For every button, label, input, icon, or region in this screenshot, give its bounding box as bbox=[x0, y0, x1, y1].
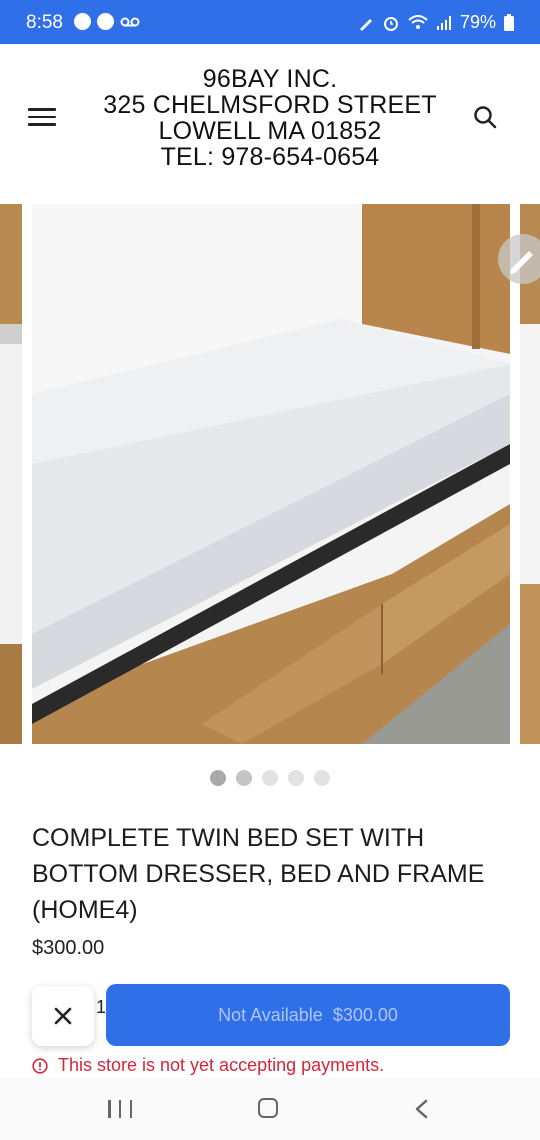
buy-button-label: Not Available bbox=[218, 1004, 323, 1025]
recent-apps-icon[interactable] bbox=[108, 1100, 132, 1118]
store-phone: TEL: 978-654-0654 bbox=[160, 143, 380, 171]
product-image[interactable] bbox=[32, 204, 510, 744]
next-product-image[interactable] bbox=[520, 204, 540, 744]
close-icon bbox=[54, 1007, 72, 1025]
wifi-icon bbox=[408, 14, 428, 29]
payment-notice-text: This store is not yet accepting payments… bbox=[58, 1055, 385, 1075]
status-time: 8:58 bbox=[26, 12, 63, 33]
pen-icon bbox=[359, 18, 372, 31]
pencil-icon bbox=[510, 251, 533, 274]
close-button[interactable] bbox=[32, 986, 94, 1046]
product-image-carousel[interactable] bbox=[0, 204, 540, 744]
product-title: COMPLETE TWIN BED SET WITH BOTTOM DRESSE… bbox=[32, 824, 485, 924]
back-icon[interactable] bbox=[412, 1098, 432, 1120]
messenger-icon bbox=[74, 13, 91, 30]
store-city: LOWELL MA 01852 bbox=[158, 117, 382, 145]
carousel-dots bbox=[0, 770, 540, 786]
buy-button-price: $300.00 bbox=[332, 1004, 398, 1025]
payment-notice: This store is not yet accepting payments… bbox=[32, 1055, 384, 1076]
battery-percent: 79% bbox=[459, 12, 496, 32]
home-icon[interactable] bbox=[258, 1098, 278, 1118]
carousel-dot-5[interactable] bbox=[314, 770, 330, 786]
edit-image-button[interactable] bbox=[498, 234, 540, 284]
product-price: $300.00 bbox=[32, 937, 105, 959]
store-name: 96BAY INC. bbox=[202, 65, 338, 93]
system-nav-bar bbox=[0, 1078, 540, 1140]
carousel-dot-1[interactable] bbox=[210, 770, 226, 786]
voicemail-icon bbox=[120, 17, 140, 26]
status-right: 79% bbox=[358, 12, 514, 33]
store-header: 96BAY INC. 325 CHELMSFORD STREET LOWELL … bbox=[0, 44, 540, 194]
search-icon[interactable] bbox=[472, 104, 498, 130]
carousel-dot-4[interactable] bbox=[288, 770, 304, 786]
store-street: 325 CHELMSFORD STREET bbox=[103, 91, 437, 119]
signal-icon bbox=[436, 15, 451, 30]
store-info[interactable]: 96BAY INC. 325 CHELMSFORD STREET LOWELL … bbox=[80, 66, 460, 170]
notification-icons bbox=[74, 13, 140, 30]
battery-icon bbox=[504, 14, 514, 31]
carousel-dot-3[interactable] bbox=[262, 770, 278, 786]
hamburger-menu-icon[interactable] bbox=[28, 108, 56, 130]
previous-product-image[interactable] bbox=[0, 204, 22, 744]
buy-button[interactable]: Not Available $300.00 bbox=[106, 984, 510, 1046]
app-notification-icon bbox=[97, 13, 114, 30]
status-bar: 8:58 79% bbox=[0, 0, 540, 44]
carousel-dot-2[interactable] bbox=[236, 770, 252, 786]
alert-icon bbox=[32, 1057, 48, 1074]
quantity-value[interactable]: 1 bbox=[96, 997, 106, 1018]
alarm-icon bbox=[383, 16, 398, 31]
